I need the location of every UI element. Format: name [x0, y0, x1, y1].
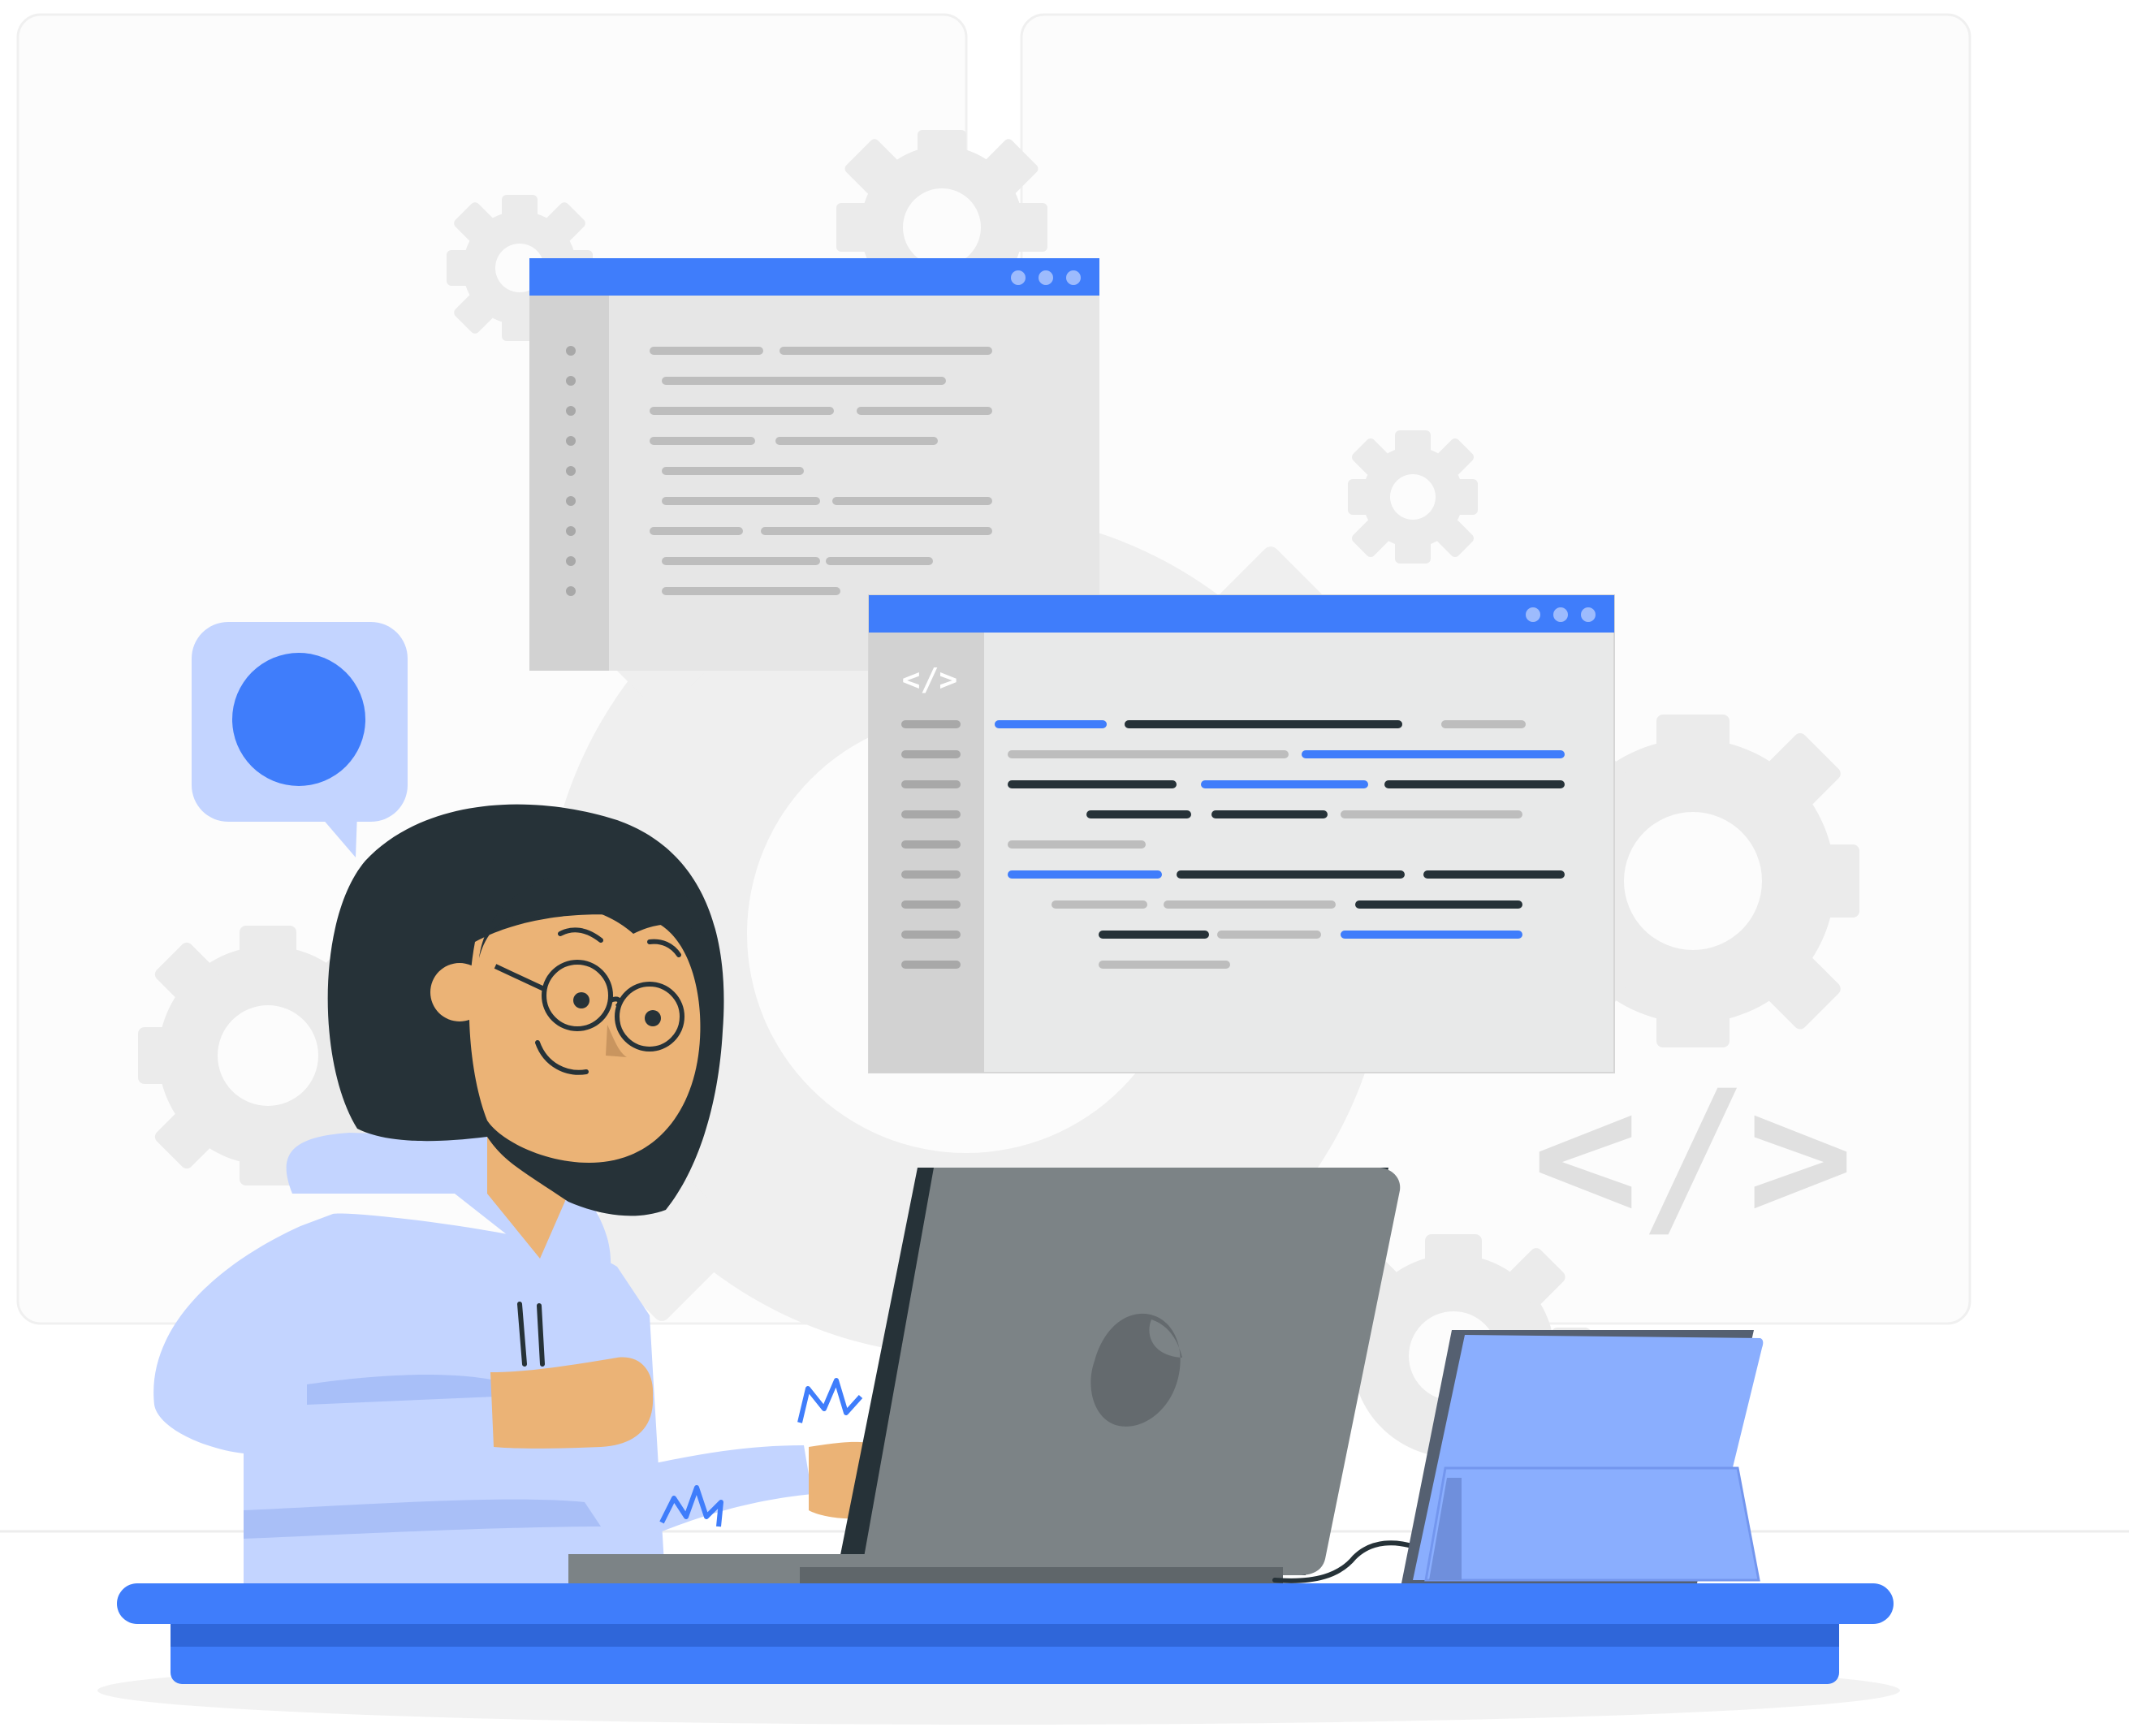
ear	[430, 963, 489, 1021]
desk-top	[117, 1583, 1894, 1624]
laptop-base-shadow	[800, 1567, 1283, 1583]
gear-icon-mid-right	[1348, 430, 1478, 564]
browser-dots-icon	[1011, 270, 1081, 285]
developer-illustration: </> </>	[0, 13, 2129, 1725]
browser-dots-icon	[1526, 607, 1596, 622]
face	[469, 914, 701, 1163]
hoodie-string-right	[537, 1303, 545, 1367]
line-number-dots	[566, 346, 576, 596]
sparkle-right	[797, 1378, 863, 1423]
code-tag-icon-large: </>	[1531, 1052, 1854, 1260]
desk	[117, 1583, 1894, 1684]
code-tag-icon-small: </>	[902, 662, 958, 697]
tablet-stand	[1424, 1466, 1760, 1582]
browser-title-bar	[869, 595, 1614, 633]
browser-window-front: </>	[868, 594, 1615, 1073]
